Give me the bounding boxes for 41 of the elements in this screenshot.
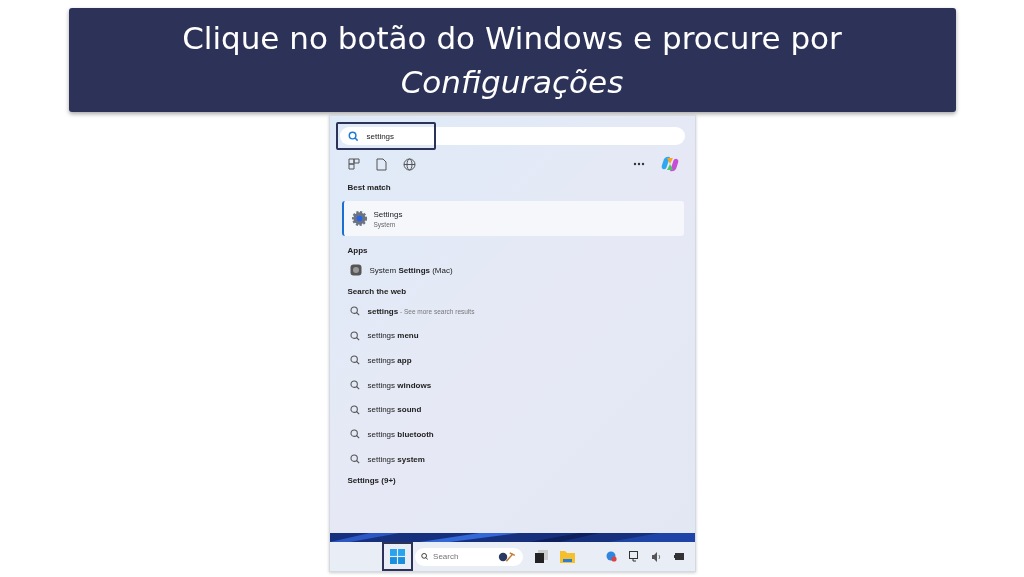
web-result[interactable]: settings windows [349,372,695,398]
folder-icon[interactable] [559,550,575,563]
battery-icon[interactable] [673,552,685,561]
start-search-field[interactable]: settings [339,127,685,145]
web-result[interactable]: settings system [349,446,695,472]
search-icon [349,404,360,415]
result-title: Settings [373,209,403,219]
search-icon [349,306,360,317]
search-icon [349,355,360,366]
search-icon [349,454,360,465]
search-icon [349,380,360,391]
web-result[interactable]: settings sound [349,397,695,423]
network-icon[interactable] [628,551,640,562]
copilot-icon[interactable] [660,155,679,173]
section-heading: Settings (9+) [347,475,397,486]
section-heading: Search the web [347,286,408,297]
search-icon [349,330,360,341]
shield-icon[interactable] [605,551,617,562]
web-result[interactable]: settings menu [349,323,695,349]
windows-logo-icon [389,549,405,564]
speaker-icon[interactable] [651,551,662,562]
app-icon [349,264,362,277]
banner-title: Clique no botão do Windows e procure por Configurações [181,19,843,102]
globe-icon[interactable] [402,157,416,171]
search-text: settings [366,131,395,141]
gear-icon [350,210,368,227]
search-icon [347,130,359,142]
start-button[interactable] [381,542,413,571]
section-heading: Apps [347,246,369,256]
web-result[interactable]: settings bluetooth [349,422,695,447]
task-view-icon[interactable] [534,550,548,563]
more-icon[interactable] [632,162,645,166]
section-heading: Best match [347,183,392,193]
document-icon[interactable] [375,157,387,171]
apps-icon[interactable] [347,158,360,170]
web-result[interactable]: settings app [349,348,695,373]
taskbar-search-bar[interactable]: Search [414,547,523,566]
taskbar-search-input[interactable]: Search [433,552,494,561]
search-icon [349,429,360,440]
app-result[interactable]: System Settings (Mac) [349,258,695,283]
search-icon [420,552,429,561]
